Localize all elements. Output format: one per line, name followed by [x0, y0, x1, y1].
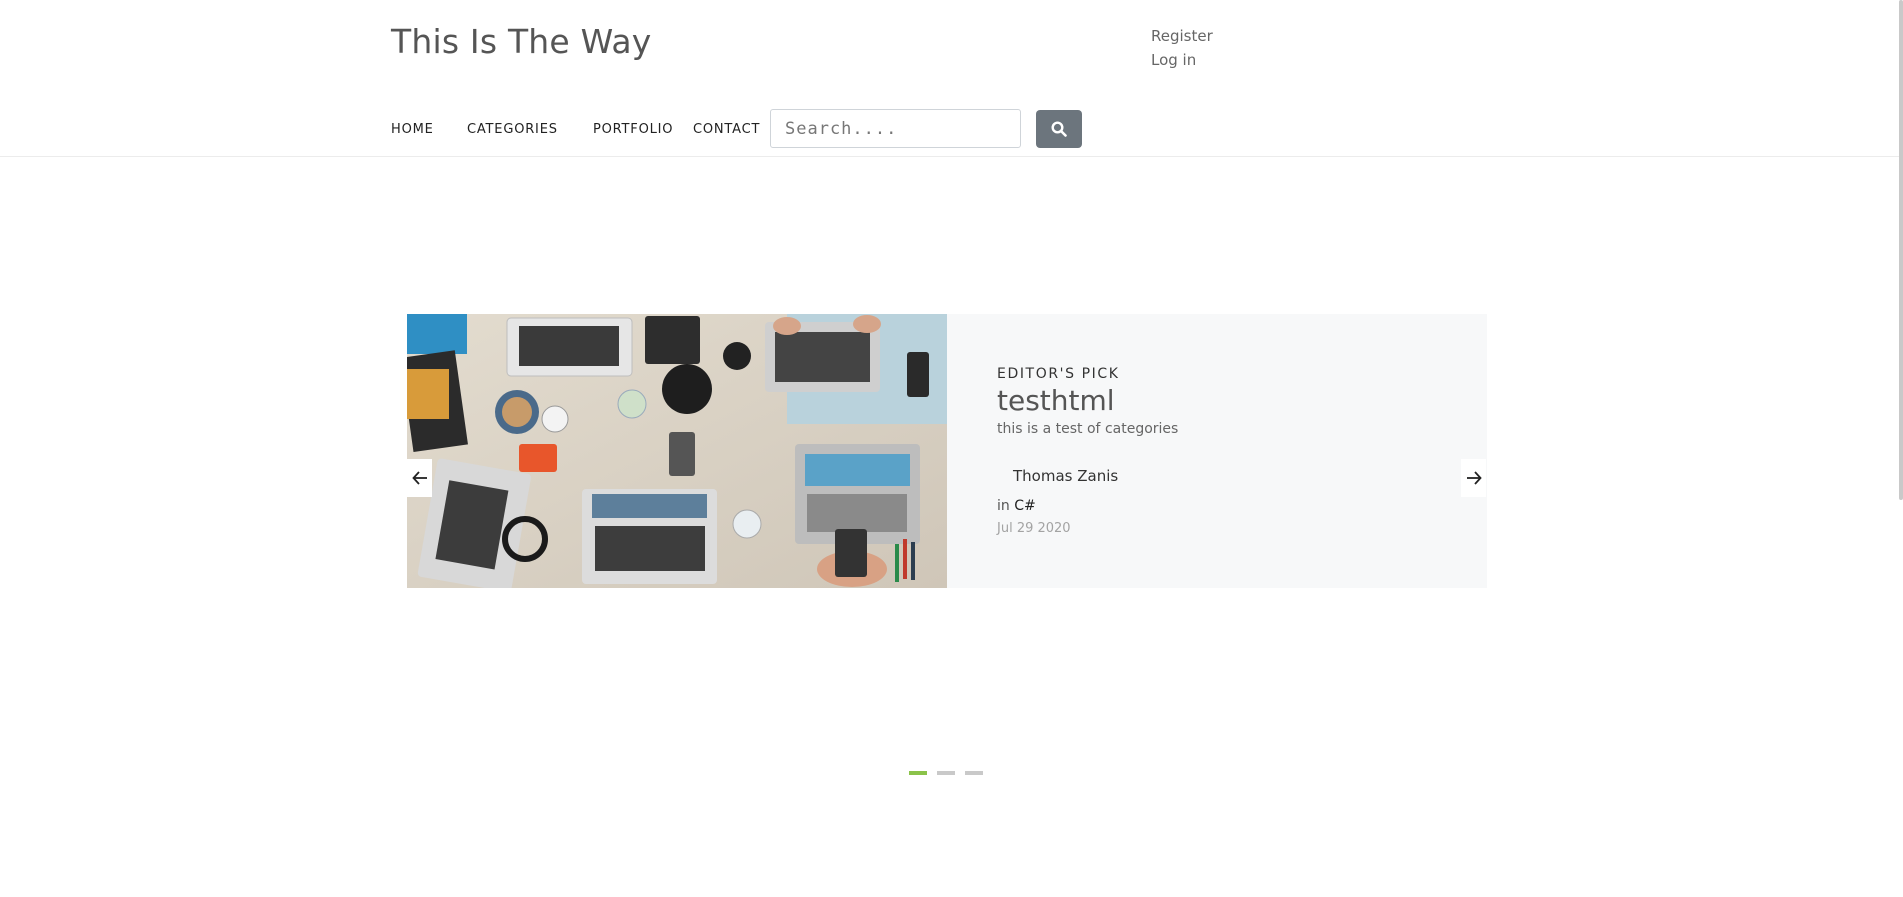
page-scrollbar[interactable] [1899, 0, 1903, 500]
search-input[interactable] [770, 109, 1021, 148]
workspace-photo [407, 314, 947, 588]
next-slide-button[interactable] [1461, 459, 1486, 497]
category-prefix: in [997, 498, 1010, 514]
arrow-left-icon [411, 471, 427, 485]
slide-content: EDITOR'S PICK testhtml this is a test of… [997, 314, 1437, 588]
account-links: Register Log in [1151, 24, 1213, 72]
slide-image[interactable] [407, 314, 947, 588]
search-button[interactable] [1036, 110, 1082, 148]
register-link[interactable]: Register [1151, 24, 1213, 48]
prev-slide-button[interactable] [407, 459, 432, 497]
carousel-indicator[interactable] [937, 771, 955, 775]
site-title[interactable]: This Is The Way [391, 22, 651, 61]
login-link[interactable]: Log in [1151, 48, 1213, 72]
nav-item-home[interactable]: HOME [391, 122, 434, 137]
carousel-indicator[interactable] [909, 771, 927, 775]
carousel-indicator[interactable] [965, 771, 983, 775]
editors-pick-label: EDITOR'S PICK [997, 366, 1120, 382]
carousel-indicators [909, 771, 983, 775]
featured-slider: EDITOR'S PICK testhtml this is a test of… [407, 314, 1487, 588]
nav-item-categories[interactable]: CATEGORIES [467, 122, 558, 137]
nav-item-contact[interactable]: CONTACT [693, 122, 760, 137]
post-date: Jul 29 2020 [997, 521, 1071, 536]
post-title[interactable]: testhtml [997, 384, 1115, 417]
site-header: This Is The Way Register Log in HOME CAT… [0, 0, 1903, 157]
arrow-right-icon [1466, 471, 1482, 485]
post-category-line: in C# [997, 498, 1036, 514]
post-author[interactable]: Thomas Zanis [1013, 467, 1118, 485]
nav-item-portfolio[interactable]: PORTFOLIO [593, 122, 673, 137]
category-link[interactable]: C# [1014, 498, 1036, 514]
post-subtitle: this is a test of categories [997, 421, 1179, 437]
search-icon [1051, 121, 1067, 137]
